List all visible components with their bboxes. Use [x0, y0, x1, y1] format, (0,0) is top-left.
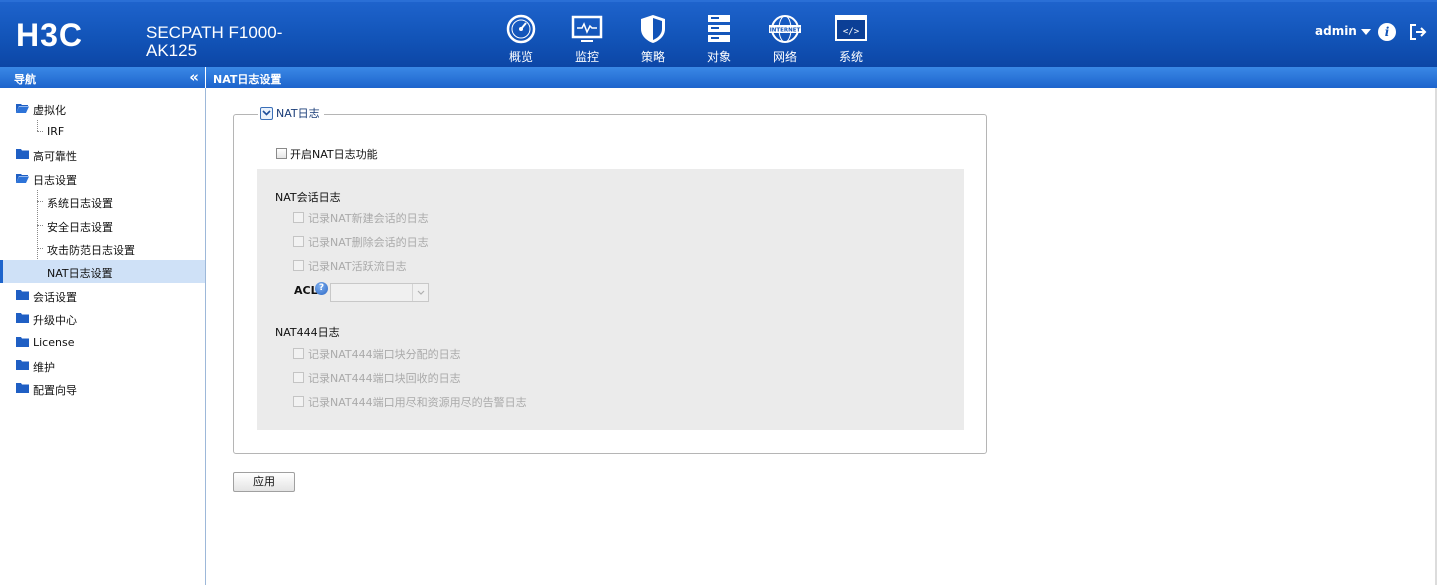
enable-nat-log-checkbox[interactable]: [276, 148, 287, 159]
folder-icon: [16, 360, 29, 370]
globe-internet-icon: INTERNET: [767, 11, 803, 47]
folder-open-icon: [16, 104, 29, 113]
log-exhaustion-alarm-checkbox[interactable]: [293, 396, 304, 407]
sidebar-item-label: 虚拟化: [33, 104, 66, 117]
nav-network[interactable]: INTERNET 网络: [752, 2, 818, 69]
folder-icon: [16, 290, 29, 300]
nav-monitor-label: 监控: [574, 50, 599, 64]
nav-policy[interactable]: 策略: [620, 2, 686, 69]
nat444-log-title: NAT444日志: [275, 326, 340, 339]
sidebar-item-label: 配置向导: [33, 384, 77, 397]
acl-label: ACL: [294, 284, 318, 297]
sidebar-item-label: 高可靠性: [33, 150, 77, 163]
sidebar-title: 导航: [14, 73, 36, 86]
folder-open-icon: [16, 174, 29, 183]
username: admin: [1315, 24, 1357, 38]
chevron-down-icon: [412, 284, 428, 301]
sidebar-item-high-availability[interactable]: 高可靠性: [0, 143, 205, 166]
sidebar-item-label: 系统日志设置: [47, 197, 113, 210]
log-active-flow-checkbox[interactable]: [293, 260, 304, 271]
user-menu[interactable]: admin: [1315, 24, 1371, 38]
log-session-delete-label: 记录NAT删除会话的日志: [308, 236, 429, 249]
shield-icon: [635, 11, 671, 47]
folder-icon: [16, 383, 29, 393]
collapse-sidebar-icon[interactable]: «: [189, 68, 199, 86]
info-icon[interactable]: i: [1378, 23, 1396, 41]
sidebar-item-license[interactable]: License: [0, 331, 205, 354]
sidebar-item-log-settings[interactable]: 日志设置: [0, 167, 205, 190]
log-exhaustion-alarm-label: 记录NAT444端口用尽和资源用尽的告警日志: [308, 396, 527, 409]
nav-policy-label: 策略: [640, 50, 665, 64]
sidebar-item-label: 会话设置: [33, 291, 77, 304]
nat-session-log-title: NAT会话日志: [275, 191, 341, 204]
sidebar-item-virtualization[interactable]: 虚拟化: [0, 97, 205, 120]
product-name: SECPATH F1000- AK125: [146, 24, 282, 60]
sidebar-item-label: 攻击防范日志设置: [47, 244, 135, 257]
sidebar-divider: [205, 88, 206, 585]
monitor-icon: [569, 11, 605, 47]
svg-text:</>: </>: [843, 27, 860, 37]
log-session-create-checkbox[interactable]: [293, 212, 304, 223]
server-stack-icon: [701, 11, 737, 47]
sidebar-item-config-wizard[interactable]: 配置向导: [0, 377, 205, 400]
collapse-toggle-icon[interactable]: [260, 106, 273, 120]
help-icon[interactable]: ?: [315, 282, 328, 295]
acl-select[interactable]: [330, 283, 429, 302]
log-port-block-alloc-label: 记录NAT444端口块分配的日志: [308, 348, 461, 361]
code-window-icon: </>: [833, 11, 869, 47]
gauge-icon: [503, 11, 539, 47]
nav-system[interactable]: </> 系统: [818, 2, 884, 69]
top-nav: 概览 监控 策略 对象 INTERNET 网络 </> 系统: [488, 2, 884, 69]
sidebar-item-session-settings[interactable]: 会话设置: [0, 284, 205, 307]
sidebar-item-attack-defense-log[interactable]: 攻击防范日志设置: [0, 237, 205, 260]
nav-overview[interactable]: 概览: [488, 2, 554, 69]
sidebar-item-irf[interactable]: IRF: [0, 120, 205, 143]
svg-text:H3C: H3C: [16, 19, 83, 49]
nav-overview-label: 概览: [508, 50, 533, 64]
folder-icon: [16, 149, 29, 159]
sidebar-header: 导航 «: [0, 67, 205, 88]
page-title: NAT日志设置: [213, 73, 282, 86]
log-port-block-alloc-checkbox[interactable]: [293, 348, 304, 359]
nav-object[interactable]: 对象: [686, 2, 752, 69]
sidebar-item-label: 日志设置: [33, 174, 77, 187]
fieldset-legend-label: NAT日志: [276, 107, 320, 120]
sidebar-item-maintenance[interactable]: 维护: [0, 354, 205, 377]
folder-icon: [16, 313, 29, 323]
sidebar-item-label: 升级中心: [33, 314, 77, 327]
sidebar-item-label: NAT日志设置: [47, 267, 113, 280]
top-header: H3C SECPATH F1000- AK125 概览 监控 策略 对象 INT…: [0, 0, 1437, 67]
sidebar-item-upgrade-center[interactable]: 升级中心: [0, 307, 205, 330]
caret-down-icon: [1360, 28, 1371, 35]
nav-object-label: 对象: [706, 50, 731, 64]
sidebar: 虚拟化 IRF 高可靠性 日志设置 系统日志设置 安全日志设置 攻击防范日志设置…: [0, 88, 205, 585]
apply-button[interactable]: 应用: [233, 472, 295, 492]
sidebar-item-label: 维护: [33, 361, 55, 374]
h3c-logo: H3C: [16, 19, 83, 49]
nav-system-label: 系统: [838, 50, 863, 64]
sidebar-item-label: License: [33, 336, 75, 349]
sidebar-item-system-log[interactable]: 系统日志设置: [0, 190, 205, 213]
log-session-create-label: 记录NAT新建会话的日志: [308, 212, 429, 225]
nav-network-label: 网络: [772, 50, 797, 64]
sidebar-item-nat-log[interactable]: NAT日志设置: [0, 260, 205, 283]
product-name-line1: SECPATH F1000-: [146, 23, 283, 42]
fieldset-legend: NAT日志: [258, 105, 324, 121]
nav-monitor[interactable]: 监控: [554, 2, 620, 69]
log-port-block-reclaim-checkbox[interactable]: [293, 372, 304, 383]
sidebar-item-label: IRF: [47, 125, 65, 138]
svg-text:INTERNET: INTERNET: [770, 28, 801, 34]
product-name-line2: AK125: [146, 41, 198, 60]
log-session-delete-checkbox[interactable]: [293, 236, 304, 247]
page-header: NAT日志设置: [206, 67, 1437, 88]
logout-icon[interactable]: [1408, 22, 1428, 42]
folder-icon: [16, 337, 29, 347]
sidebar-item-label: 安全日志设置: [47, 221, 113, 234]
log-port-block-reclaim-label: 记录NAT444端口块回收的日志: [308, 372, 461, 385]
enable-nat-log-label: 开启NAT日志功能: [290, 148, 378, 161]
sidebar-item-security-log[interactable]: 安全日志设置: [0, 214, 205, 237]
log-active-flow-label: 记录NAT活跃流日志: [308, 260, 407, 273]
